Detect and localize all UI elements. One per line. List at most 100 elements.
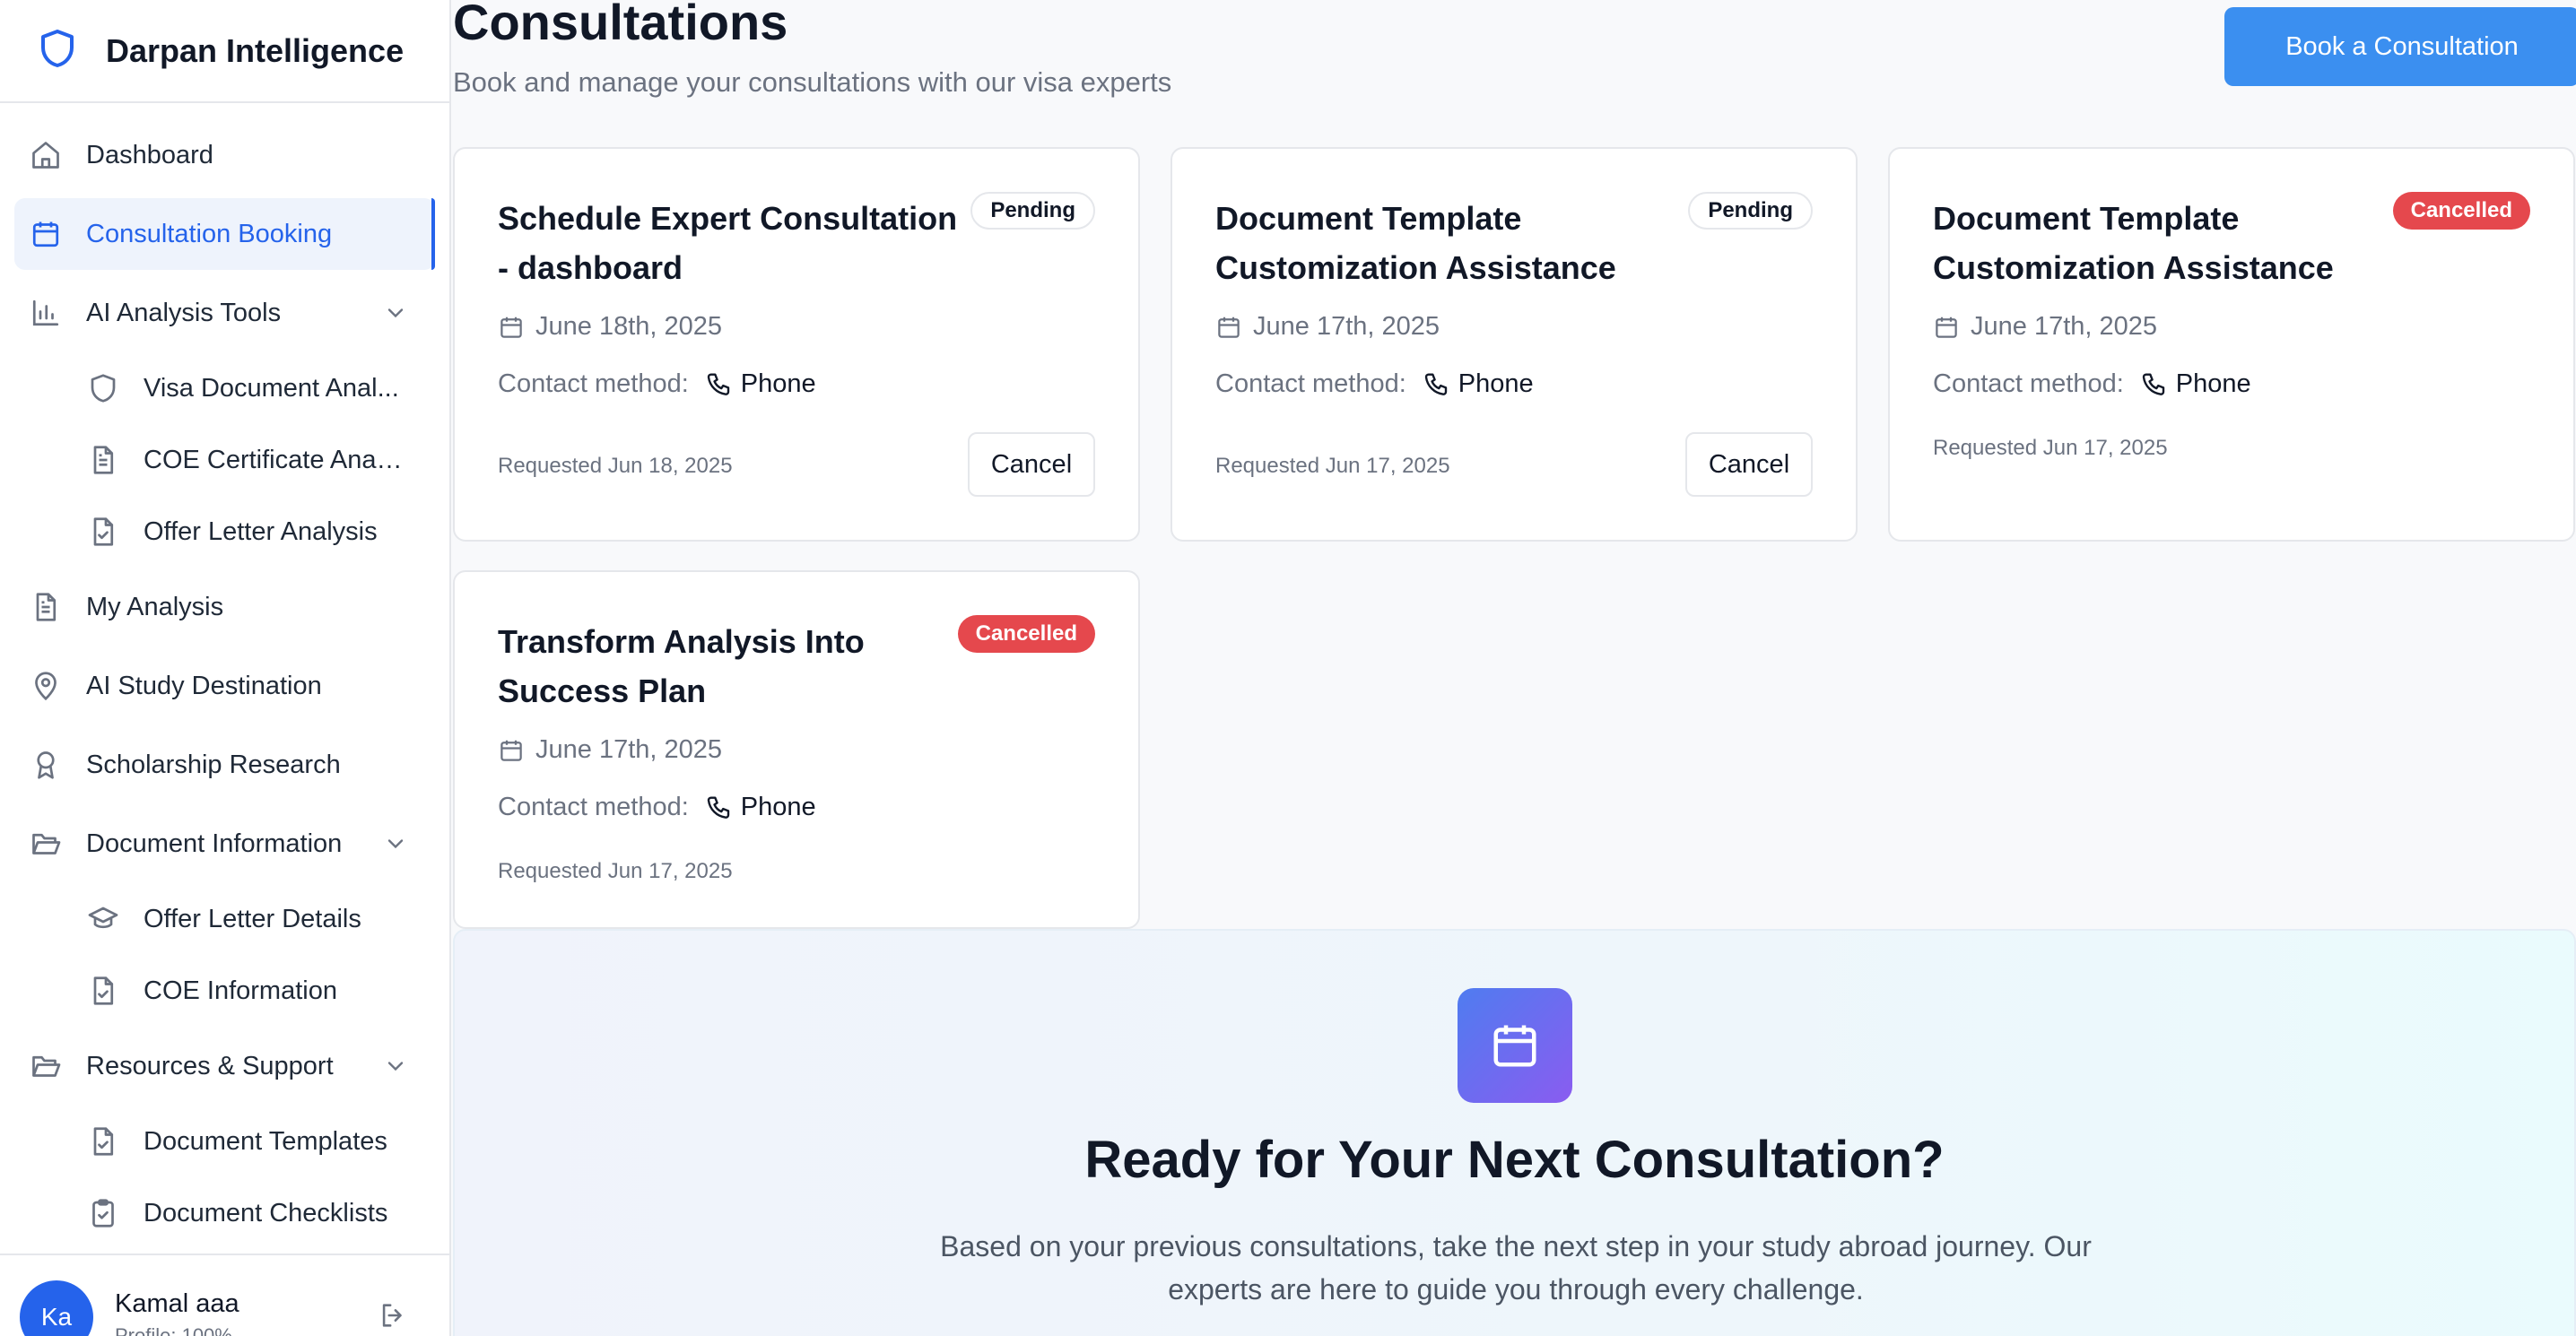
main-content: Consultations Book and manage your consu… — [453, 0, 2576, 1336]
contact-method: Contact method: Phone — [498, 793, 816, 822]
requested-date: Requested Jun 17, 2025 — [1215, 454, 1450, 478]
chevron-down-icon[interactable] — [383, 300, 408, 325]
date-text: June 17th, 2025 — [1253, 312, 1440, 341]
shield-icon — [86, 371, 120, 405]
contact-method-value: Phone — [740, 793, 816, 821]
sidebar-item-offer-letter-details[interactable]: Offer Letter Details — [72, 887, 435, 951]
sidebar-item-label: COE Certificate Anal... — [144, 445, 404, 474]
contact-method-label: Contact method: — [498, 793, 689, 821]
consultation-title: Schedule Expert Consultation - dashboard — [498, 200, 958, 286]
avatar[interactable]: Ka — [20, 1280, 93, 1336]
user-profile[interactable]: Ka Kamal aaa Profile: 100% — [0, 1254, 449, 1336]
consultation-title: Document Template Customization Assistan… — [1933, 200, 2334, 286]
sidebar-item-document-templates[interactable]: Document Templates — [72, 1109, 435, 1174]
consultation-card: Document Template Customization Assistan… — [1171, 147, 1858, 542]
consultation-card: Transform Analysis Into Success Plan Can… — [453, 570, 1140, 929]
home-icon — [29, 138, 63, 172]
date-text: June 17th, 2025 — [535, 735, 723, 764]
chevron-down-icon[interactable] — [383, 831, 408, 856]
sidebar: Darpan Intelligence Dashboard Consultati… — [0, 0, 451, 1336]
sidebar-item-scholarship-research[interactable]: Scholarship Research — [14, 729, 435, 801]
sidebar-nav: Dashboard Consultation Booking AI Analys… — [0, 103, 449, 1245]
sidebar-item-label: Document Templates — [144, 1126, 387, 1156]
file-text-icon — [86, 443, 120, 477]
phone-icon — [1424, 372, 1447, 395]
contact-method-label: Contact method: — [1933, 369, 2124, 398]
sidebar-item-ai-analysis-tools[interactable]: AI Analysis Tools — [14, 277, 435, 349]
contact-method-value: Phone — [740, 369, 816, 398]
brand-name: Darpan Intelligence — [106, 31, 405, 69]
contact-method: Contact method: Phone — [498, 369, 816, 399]
logout-icon[interactable] — [378, 1300, 408, 1331]
file-check-icon — [86, 1124, 120, 1158]
sidebar-item-label: Visa Document Anal... — [144, 373, 399, 403]
requested-date: Requested Jun 18, 2025 — [498, 454, 733, 478]
shield-icon — [36, 27, 79, 74]
cancel-button[interactable]: Cancel — [968, 432, 1095, 497]
phone-icon — [707, 795, 729, 819]
contact-method-label: Contact method: — [1215, 369, 1406, 398]
brand[interactable]: Darpan Intelligence — [0, 0, 449, 103]
cta-title: Ready for Your Next Consultation? — [1084, 1131, 1945, 1189]
consultation-card: Document Template Customization Assistan… — [1888, 147, 2575, 542]
cancel-button[interactable]: Cancel — [1685, 432, 1813, 497]
consultation-date: June 17th, 2025 — [1933, 312, 2157, 342]
file-check-icon — [86, 974, 120, 1008]
phone-icon — [707, 372, 729, 395]
sidebar-item-ai-study-destination[interactable]: AI Study Destination — [14, 650, 435, 722]
sidebar-item-label: Offer Letter Analysis — [144, 516, 378, 546]
sidebar-item-label: Offer Letter Details — [144, 904, 361, 933]
sidebar-item-dashboard[interactable]: Dashboard — [14, 119, 435, 191]
sidebar-item-label: AI Analysis Tools — [86, 298, 282, 327]
graduation-cap-icon — [86, 902, 120, 936]
sidebar-item-resources-support[interactable]: Resources & Support — [14, 1030, 435, 1102]
folder-open-icon — [29, 1049, 63, 1083]
status-badge: Cancelled — [2392, 192, 2530, 230]
consultation-date: June 18th, 2025 — [498, 312, 722, 342]
consultation-title: Transform Analysis Into Success Plan — [498, 623, 865, 709]
requested-date: Requested Jun 17, 2025 — [1933, 436, 2168, 460]
user-name: Kamal aaa — [115, 1289, 239, 1318]
sidebar-item-label: My Analysis — [86, 592, 224, 621]
file-check-icon — [86, 515, 120, 549]
contact-method-label: Contact method: — [498, 369, 689, 398]
user-profile-completion: Profile: 100% — [115, 1324, 232, 1336]
file-text-icon — [29, 590, 63, 624]
date-text: June 17th, 2025 — [1971, 312, 2158, 341]
sidebar-item-label: Consultation Booking — [86, 219, 333, 248]
chevron-down-icon[interactable] — [383, 1054, 408, 1079]
contact-method: Contact method: Phone — [1933, 369, 2251, 399]
contact-method-value: Phone — [1458, 369, 1534, 398]
book-consultation-button[interactable]: Book a Consultation — [2224, 7, 2576, 86]
calendar-icon — [500, 740, 522, 761]
sidebar-item-label: Document Checklists — [144, 1198, 388, 1228]
sidebar-item-label: COE Information — [144, 976, 337, 1005]
page-title: Consultations — [453, 0, 788, 50]
cta-text: Based on your previous consultations, ta… — [940, 1230, 2092, 1306]
calendar-icon — [29, 217, 63, 251]
sidebar-item-coe-certificate-analysis[interactable]: COE Certificate Anal... — [72, 428, 435, 492]
sidebar-item-offer-letter-analysis[interactable]: Offer Letter Analysis — [72, 499, 435, 564]
sidebar-item-consultation-booking[interactable]: Consultation Booking — [14, 198, 435, 270]
sidebar-item-coe-information[interactable]: COE Information — [72, 959, 435, 1023]
sidebar-item-my-analysis[interactable]: My Analysis — [14, 571, 435, 643]
sidebar-item-label: Scholarship Research — [86, 750, 341, 779]
sidebar-item-document-checklists[interactable]: Document Checklists — [72, 1181, 435, 1245]
requested-date: Requested Jun 17, 2025 — [498, 859, 733, 883]
page-subtitle: Book and manage your consultations with … — [453, 66, 1172, 98]
next-consultation-cta: Ready for Your Next Consultation? Based … — [453, 929, 2576, 1336]
sidebar-item-document-information[interactable]: Document Information — [14, 808, 435, 880]
contact-method: Contact method: Phone — [1215, 369, 1534, 399]
sidebar-item-visa-document-analysis[interactable]: Visa Document Anal... — [72, 356, 435, 421]
calendar-icon — [500, 317, 522, 338]
status-badge: Cancelled — [957, 615, 1095, 653]
app-root: Darpan Intelligence Dashboard Consultati… — [0, 0, 2576, 1336]
contact-method-value: Phone — [2175, 369, 2251, 398]
folder-open-icon — [29, 827, 63, 861]
clipboard-check-icon — [86, 1196, 120, 1230]
calendar-icon — [1458, 988, 1572, 1103]
calendar-icon — [1936, 317, 1957, 338]
consultation-card: Schedule Expert Consultation - dashboard… — [453, 147, 1140, 542]
sidebar-item-label: Document Information — [86, 828, 343, 858]
user-meta: Kamal aaa Profile: 100% — [115, 1289, 239, 1336]
